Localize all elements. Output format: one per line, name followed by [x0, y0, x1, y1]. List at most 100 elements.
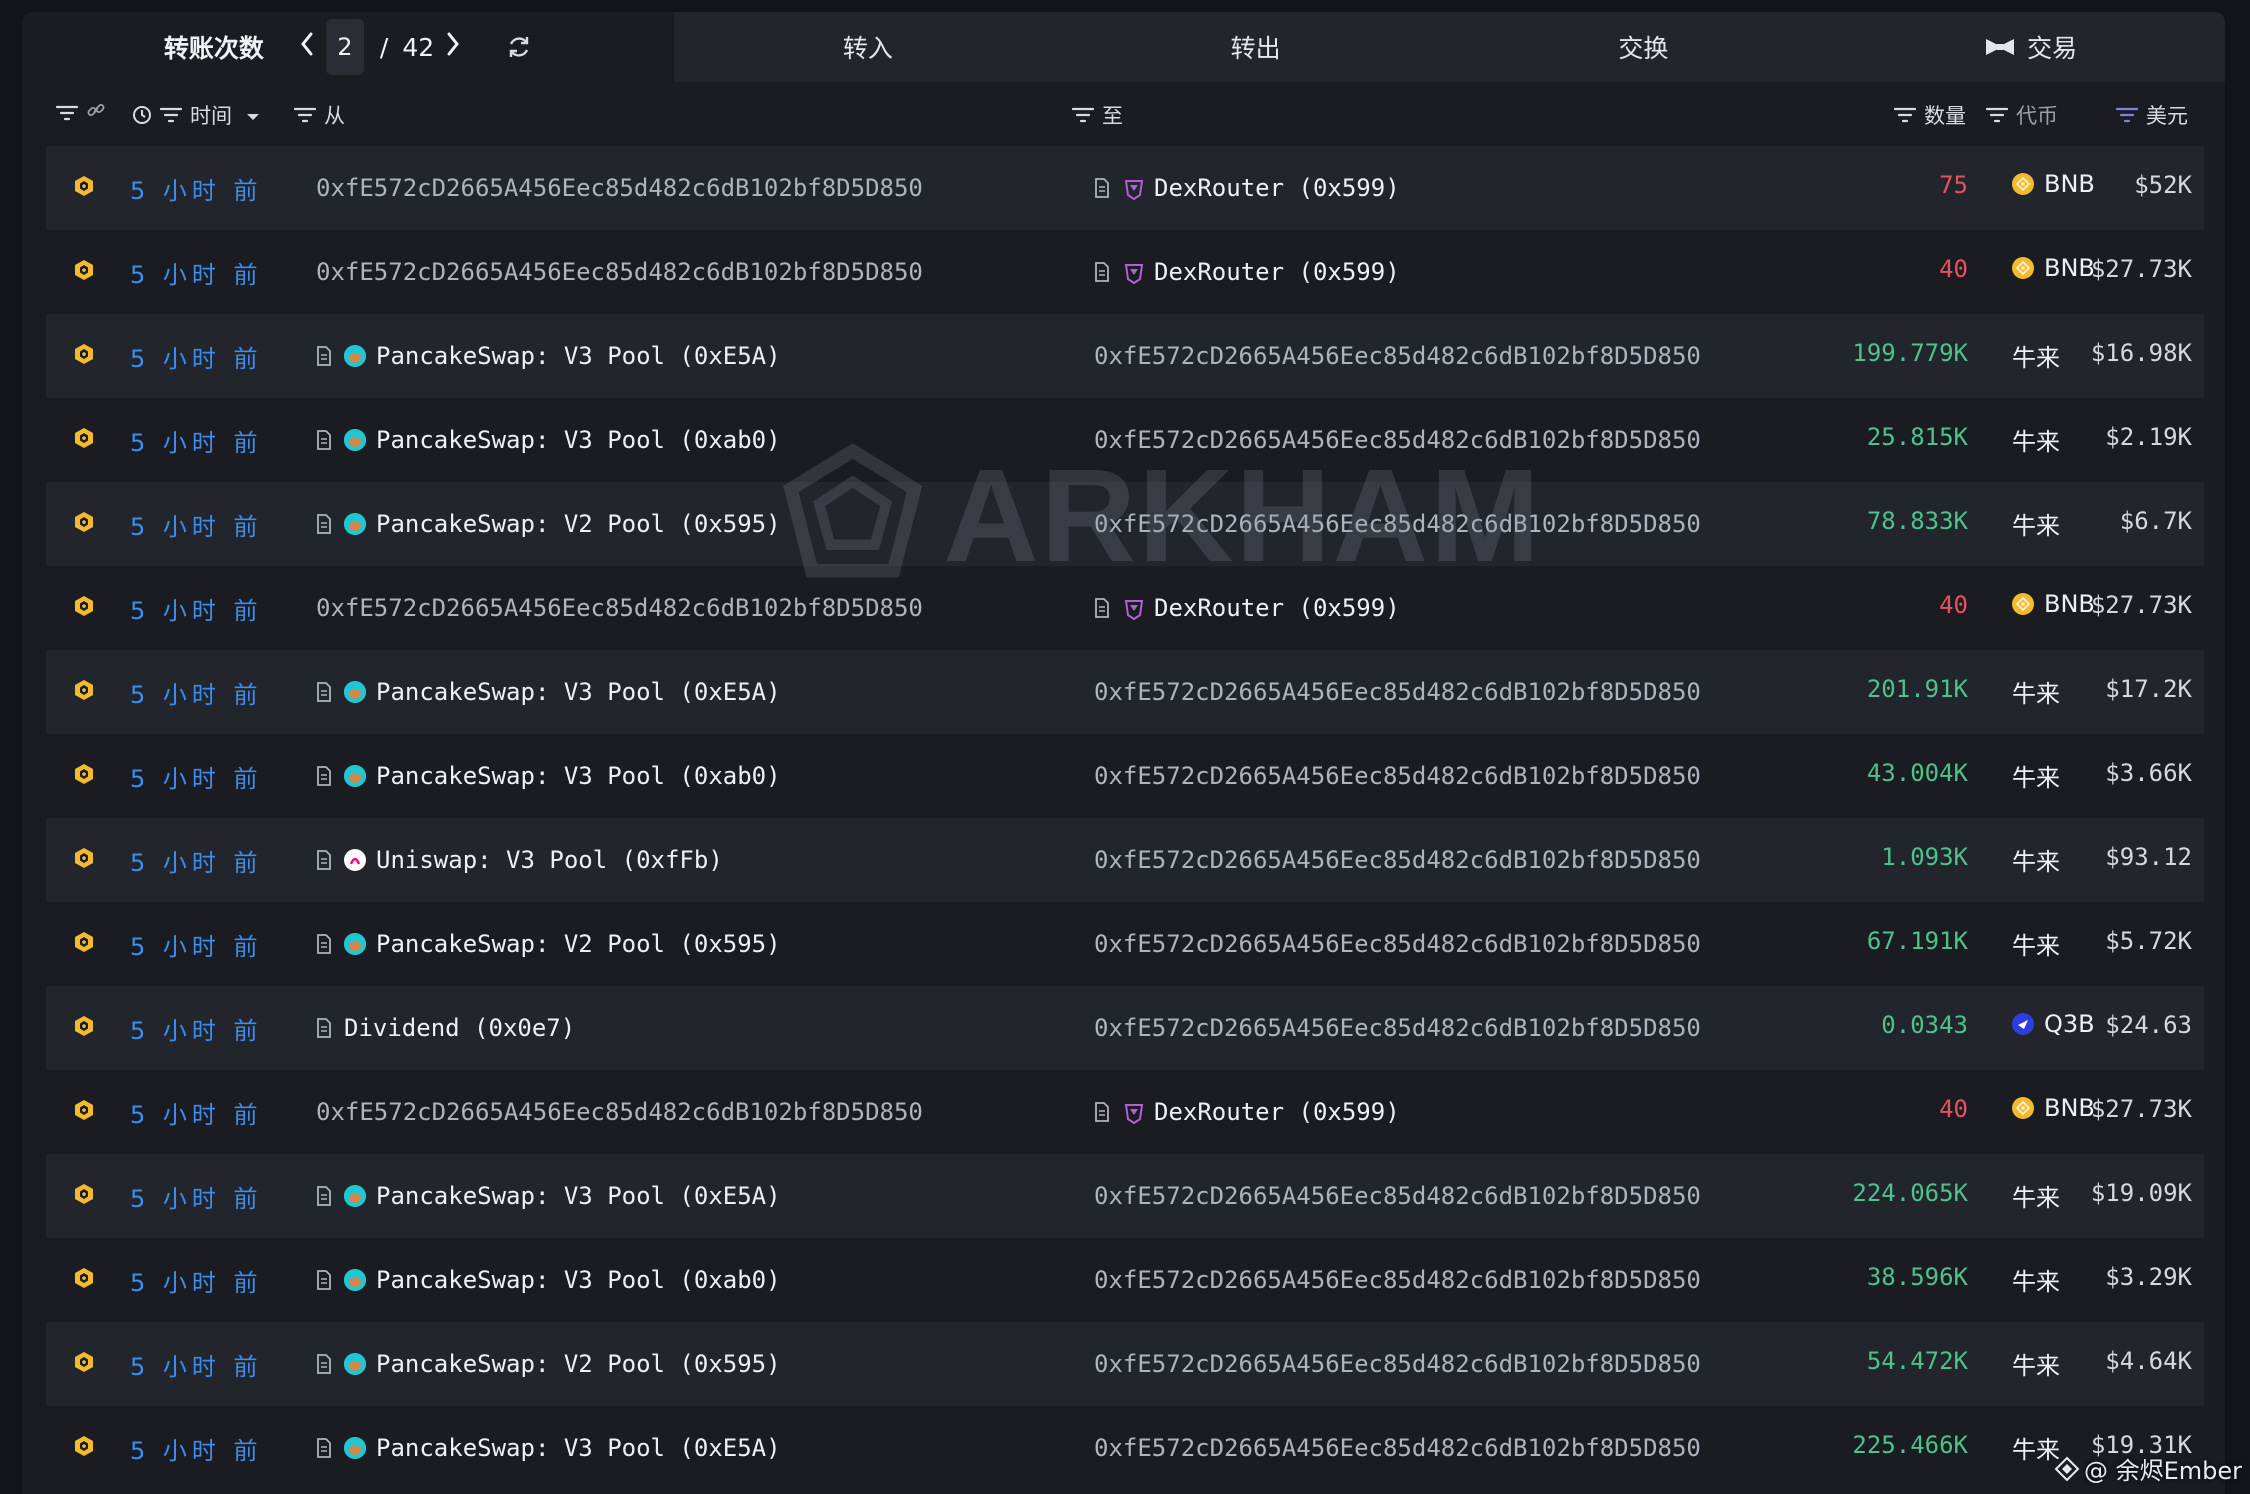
time-link[interactable]: 5 小时 前: [130, 423, 263, 458]
token-cell[interactable]: BNB: [2012, 254, 2095, 282]
filter-icon[interactable]: [2116, 107, 2138, 123]
table-row[interactable]: 5 小时 前 0xfE572cD2665A456Eec85d482c6dB102b…: [46, 146, 2204, 230]
token-cell[interactable]: 牛来: [2012, 1430, 2060, 1465]
time-column-header[interactable]: 时间: [132, 100, 260, 130]
time-link[interactable]: 5 小时 前: [130, 1347, 263, 1382]
from-cell[interactable]: Dividend (0x0e7): [316, 1008, 575, 1048]
table-row[interactable]: 5 小时 前 PancakeSwap: V3 Pool (0xE5A) 0xfE57…: [46, 1154, 2204, 1238]
to-cell[interactable]: DexRouter (0x599): [1094, 588, 1400, 628]
from-cell[interactable]: 0xfE572cD2665A456Eec85d482c6dB102bf8D5D8…: [316, 252, 923, 292]
to-address[interactable]: DexRouter (0x599): [1154, 594, 1400, 622]
pager-current-page[interactable]: 2: [325, 19, 364, 75]
table-row[interactable]: 5 小时 前 0xfE572cD2665A456Eec85d482c6dB102b…: [46, 566, 2204, 650]
link-icon[interactable]: [86, 100, 106, 125]
time-link[interactable]: 5 小时 前: [130, 759, 263, 794]
from-cell[interactable]: PancakeSwap: V3 Pool (0xE5A): [316, 336, 781, 376]
table-row[interactable]: 5 小时 前 PancakeSwap: V2 Pool (0x595) 0xfE57…: [46, 1322, 2204, 1406]
token-cell[interactable]: 牛来: [2012, 926, 2060, 961]
token-cell[interactable]: BNB: [2012, 590, 2095, 618]
time-link[interactable]: 5 小时 前: [130, 843, 263, 878]
usd-column-header[interactable]: 美元: [2116, 100, 2188, 130]
caret-down-icon[interactable]: [246, 103, 260, 127]
from-cell[interactable]: PancakeSwap: V2 Pool (0x595): [316, 504, 781, 544]
token-cell[interactable]: 牛来: [2012, 1178, 2060, 1213]
to-address[interactable]: 0xfE572cD2665A456Eec85d482c6dB102bf8D5D8…: [1094, 426, 1701, 454]
to-address[interactable]: 0xfE572cD2665A456Eec85d482c6dB102bf8D5D8…: [1094, 1266, 1701, 1294]
from-cell[interactable]: 0xfE572cD2665A456Eec85d482c6dB102bf8D5D8…: [316, 168, 923, 208]
to-cell[interactable]: 0xfE572cD2665A456Eec85d482c6dB102bf8D5D8…: [1094, 924, 1701, 964]
to-cell[interactable]: 0xfE572cD2665A456Eec85d482c6dB102bf8D5D8…: [1094, 420, 1701, 460]
amount-column-header[interactable]: 数量: [1894, 100, 1966, 130]
to-address[interactable]: 0xfE572cD2665A456Eec85d482c6dB102bf8D5D8…: [1094, 510, 1701, 538]
from-cell[interactable]: PancakeSwap: V3 Pool (0xab0): [316, 756, 781, 796]
table-row[interactable]: 5 小时 前 PancakeSwap: V3 Pool (0xab0) 0xfE57…: [46, 398, 2204, 482]
token-cell[interactable]: 牛来: [2012, 1346, 2060, 1381]
from-address[interactable]: PancakeSwap: V3 Pool (0xE5A): [376, 678, 781, 706]
time-link[interactable]: 5 小时 前: [130, 1263, 263, 1298]
time-link[interactable]: 5 小时 前: [130, 1179, 263, 1214]
to-address[interactable]: 0xfE572cD2665A456Eec85d482c6dB102bf8D5D8…: [1094, 1434, 1701, 1462]
filter-icon[interactable]: [56, 105, 78, 121]
from-cell[interactable]: Uniswap: V3 Pool (0xfFb): [316, 840, 723, 880]
time-link[interactable]: 5 小时 前: [130, 339, 263, 374]
from-address[interactable]: 0xfE572cD2665A456Eec85d482c6dB102bf8D5D8…: [316, 174, 923, 202]
tab-transfers-out[interactable]: 转出: [1061, 12, 1450, 82]
from-address[interactable]: PancakeSwap: V3 Pool (0xab0): [376, 1266, 781, 1294]
chain-column-header[interactable]: [56, 100, 106, 125]
from-cell[interactable]: PancakeSwap: V3 Pool (0xab0): [316, 1260, 781, 1300]
from-address[interactable]: Uniswap: V3 Pool (0xfFb): [376, 846, 723, 874]
from-address[interactable]: PancakeSwap: V3 Pool (0xab0): [376, 762, 781, 790]
filter-icon[interactable]: [1894, 107, 1916, 123]
table-row[interactable]: 5 小时 前 PancakeSwap: V3 Pool (0xab0) 0xfE57…: [46, 734, 2204, 818]
token-cell[interactable]: 牛来: [2012, 674, 2060, 709]
from-address[interactable]: 0xfE572cD2665A456Eec85d482c6dB102bf8D5D8…: [316, 258, 923, 286]
token-cell[interactable]: 牛来: [2012, 506, 2060, 541]
time-link[interactable]: 5 小时 前: [130, 675, 263, 710]
time-link[interactable]: 5 小时 前: [130, 1431, 263, 1466]
to-address[interactable]: 0xfE572cD2665A456Eec85d482c6dB102bf8D5D8…: [1094, 1350, 1701, 1378]
token-cell[interactable]: 牛来: [2012, 842, 2060, 877]
from-address[interactable]: Dividend (0x0e7): [344, 1014, 575, 1042]
from-column-header[interactable]: 从: [294, 100, 345, 130]
tab-transfers-in[interactable]: 转入: [674, 12, 1062, 82]
from-cell[interactable]: PancakeSwap: V3 Pool (0xE5A): [316, 1176, 781, 1216]
time-link[interactable]: 5 小时 前: [130, 591, 263, 626]
to-cell[interactable]: 0xfE572cD2665A456Eec85d482c6dB102bf8D5D8…: [1094, 756, 1701, 796]
table-row[interactable]: 5 小时 前 PancakeSwap: V3 Pool (0xab0) 0xfE57…: [46, 1238, 2204, 1322]
time-link[interactable]: 5 小时 前: [130, 1095, 263, 1130]
time-link[interactable]: 5 小时 前: [130, 1011, 263, 1046]
from-cell[interactable]: PancakeSwap: V3 Pool (0xE5A): [316, 1428, 781, 1468]
table-row[interactable]: 5 小时 前 PancakeSwap: V2 Pool (0x595) 0xfE57…: [46, 482, 2204, 566]
token-column-header[interactable]: 代币: [1986, 100, 2058, 130]
tab-transfers[interactable]: 转账次数 2 / 42: [22, 12, 674, 82]
table-row[interactable]: 5 小时 前 PancakeSwap: V3 Pool (0xE5A) 0xfE57…: [46, 650, 2204, 734]
table-row[interactable]: 5 小时 前 PancakeSwap: V2 Pool (0x595) 0xfE57…: [46, 902, 2204, 986]
from-address[interactable]: PancakeSwap: V3 Pool (0xE5A): [376, 1434, 781, 1462]
filter-icon[interactable]: [294, 107, 316, 123]
from-address[interactable]: PancakeSwap: V2 Pool (0x595): [376, 930, 781, 958]
to-address[interactable]: 0xfE572cD2665A456Eec85d482c6dB102bf8D5D8…: [1094, 342, 1701, 370]
time-link[interactable]: 5 小时 前: [130, 255, 263, 290]
from-cell[interactable]: 0xfE572cD2665A456Eec85d482c6dB102bf8D5D8…: [316, 1092, 923, 1132]
to-cell[interactable]: 0xfE572cD2665A456Eec85d482c6dB102bf8D5D8…: [1094, 336, 1701, 376]
to-cell[interactable]: 0xfE572cD2665A456Eec85d482c6dB102bf8D5D8…: [1094, 1344, 1701, 1384]
to-column-header[interactable]: 至: [1072, 100, 1123, 130]
to-cell[interactable]: 0xfE572cD2665A456Eec85d482c6dB102bf8D5D8…: [1094, 1008, 1701, 1048]
time-link[interactable]: 5 小时 前: [130, 507, 263, 542]
from-cell[interactable]: PancakeSwap: V3 Pool (0xE5A): [316, 672, 781, 712]
filter-icon[interactable]: [1072, 107, 1094, 123]
from-address[interactable]: PancakeSwap: V3 Pool (0xab0): [376, 426, 781, 454]
to-cell[interactable]: 0xfE572cD2665A456Eec85d482c6dB102bf8D5D8…: [1094, 840, 1701, 880]
to-address[interactable]: 0xfE572cD2665A456Eec85d482c6dB102bf8D5D8…: [1094, 930, 1701, 958]
to-cell[interactable]: 0xfE572cD2665A456Eec85d482c6dB102bf8D5D8…: [1094, 1428, 1701, 1468]
to-address[interactable]: 0xfE572cD2665A456Eec85d482c6dB102bf8D5D8…: [1094, 762, 1701, 790]
from-address[interactable]: 0xfE572cD2665A456Eec85d482c6dB102bf8D5D8…: [316, 1098, 923, 1126]
to-cell[interactable]: 0xfE572cD2665A456Eec85d482c6dB102bf8D5D8…: [1094, 1260, 1701, 1300]
to-cell[interactable]: 0xfE572cD2665A456Eec85d482c6dB102bf8D5D8…: [1094, 504, 1701, 544]
from-address[interactable]: PancakeSwap: V2 Pool (0x595): [376, 1350, 781, 1378]
filter-icon[interactable]: [1986, 107, 2008, 123]
token-cell[interactable]: 牛来: [2012, 1262, 2060, 1297]
time-link[interactable]: 5 小时 前: [130, 171, 263, 206]
to-cell[interactable]: 0xfE572cD2665A456Eec85d482c6dB102bf8D5D8…: [1094, 672, 1701, 712]
token-cell[interactable]: 牛来: [2012, 758, 2060, 793]
